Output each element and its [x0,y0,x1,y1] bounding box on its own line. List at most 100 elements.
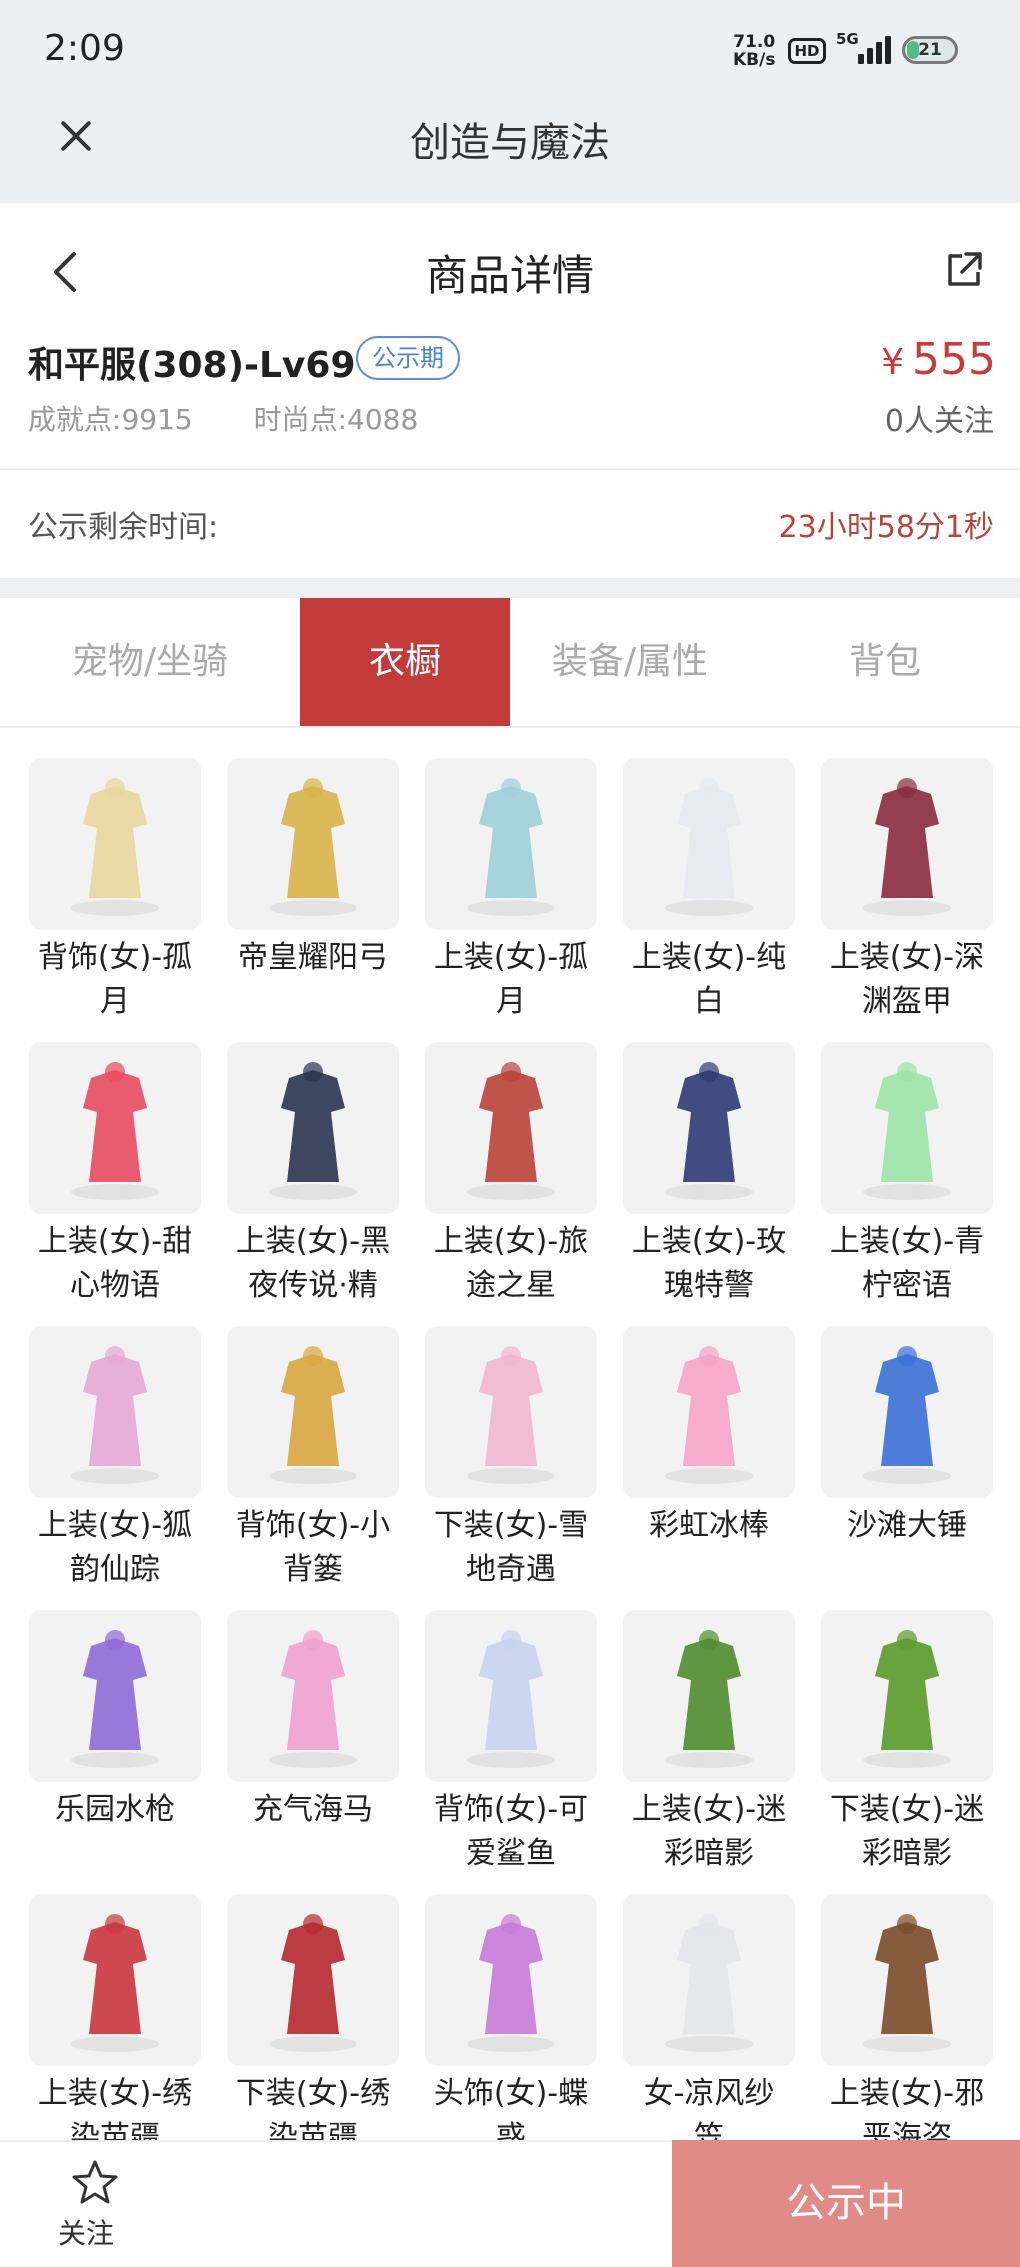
coat-icon [227,1042,399,1214]
battery-icon: 21 [902,36,958,64]
wardrobe-item[interactable]: 背饰(女)-可 爱鲨鱼 [416,1580,614,1871]
star-icon[interactable] [70,2158,120,2208]
wardrobe-item[interactable]: 乐园水枪 [20,1580,218,1866]
wardrobe-item[interactable]: 上装(女)-狐 韵仙踪 [20,1296,218,1587]
item-name-line1: 充气海马 [253,1792,373,1827]
wardrobe-item[interactable]: 上装(女)-深 渊盔甲 [812,728,1010,1019]
wardrobe-item[interactable]: 上装(女)-绣染苗疆 [20,1864,218,2140]
item-name-line2: 惑 [496,2120,526,2140]
hd-icon: HD [788,38,826,64]
item-name-line1: 背饰(女)-小 [235,1508,391,1543]
poncho-icon [29,1894,201,2066]
wardrobe-item-label: 上装(女)-深 渊盔甲 [812,936,1002,1024]
share-icon[interactable] [944,250,984,290]
wardrobe-item-label: 彩虹冰棒 [614,1504,804,1548]
wardrobe-item[interactable]: 下装(女)-迷 彩暗影 [812,1580,1010,1871]
wardrobe-item[interactable]: 头饰(女)-蝶惑 [416,1864,614,2140]
wardrobe-item[interactable]: 背饰(女)-孤月 [20,728,218,1019]
wardrobe-item[interactable]: 上装(女)-纯白 [614,728,812,1019]
water-gun-icon [29,1610,201,1782]
status-badge: 公示期 [356,336,460,380]
wardrobe-item[interactable]: 沙滩大锤 [812,1296,1010,1582]
coat-icon [821,1894,993,2066]
countdown-label: 公示剩余时间: [28,510,219,545]
item-name-line1: 女-凉风纱 [643,2076,775,2111]
wardrobe-item[interactable]: 上装(女)-玫 瑰特警 [614,1012,812,1303]
wardrobe-grid: 背饰(女)-孤月帝皇耀阳弓 上装(女)-孤月上装(女)-纯白上装(女)-深 渊盔甲上… [0,728,1020,2140]
item-name-line1: 上装(女)-旅 [433,1224,589,1259]
wardrobe-item[interactable]: 上装(女)-迷 彩暗影 [614,1580,812,1871]
basket-icon [227,1326,399,1498]
signal-icon [858,36,892,64]
wardrobe-item[interactable]: 上装(女)-青 柠密语 [812,1012,1010,1303]
wardrobe-item-label: 帝皇耀阳弓 [218,936,408,980]
app-title: 创造与魔法 [410,120,610,166]
wedding-dress-icon [623,758,795,930]
dress-icon [425,1042,597,1214]
wardrobe-item-label: 上装(女)-甜 心物语 [20,1220,210,1308]
section-divider [0,578,1020,598]
veil-hat-icon [623,1894,795,2066]
wardrobe-item-label: 背饰(女)-孤月 [20,936,210,1024]
item-name-line1: 下装(女)-迷 [829,1792,985,1827]
wardrobe-item-label: 下装(女)-迷 彩暗影 [812,1788,1002,1876]
dress-icon [821,1042,993,1214]
wardrobe-item[interactable]: 女-凉风纱笠 [614,1864,812,2140]
wardrobe-item-label: 乐园水枪 [20,1788,210,1832]
item-name-line1: 上装(女)-绣 [37,2076,193,2111]
wardrobe-item-label: 上装(女)-绣染苗疆 [20,2072,210,2140]
skirt-icon [227,1894,399,2066]
wardrobe-item-label: 上装(女)-青 柠密语 [812,1220,1002,1308]
tab-backpack[interactable]: 背包 [750,598,1020,726]
ribbon-icon [29,758,201,930]
wardrobe-item[interactable]: 上装(女)-旅 途之星 [416,1012,614,1303]
price-value: 555 [912,334,996,385]
dress-icon [425,758,597,930]
item-name-line1: 上装(女)-玫 [631,1224,787,1259]
wardrobe-item[interactable]: 上装(女)-孤月 [416,728,614,1019]
bow-icon [227,758,399,930]
wardrobe-item-label: 充气海马 [218,1788,408,1832]
item-name-line2: 染苗疆 [70,2120,160,2140]
battery-level: 21 [918,40,942,60]
armor-icon [821,758,993,930]
price-symbol: ¥ [881,342,905,383]
wardrobe-item[interactable]: 充气海马 [218,1580,416,1866]
wardrobe-item[interactable]: 下装(女)-雪 地奇遇 [416,1296,614,1587]
item-name-line1: 下装(女)-雪 [433,1508,589,1543]
wardrobe-item[interactable]: 下装(女)-绣 染苗疆 [218,1864,416,2140]
item-name-line1: 上装(女)-邪 [829,2076,985,2111]
wardrobe-item[interactable]: 上装(女)-黑 夜传说·精 [218,1012,416,1303]
wardrobe-item[interactable]: 背饰(女)-小 背篓 [218,1296,416,1587]
wardrobe-item-label: 上装(女)-迷 彩暗影 [614,1788,804,1876]
publicity-button[interactable]: 公示中 [672,2140,1020,2267]
wardrobe-item-label: 下装(女)-绣 染苗疆 [218,2072,408,2140]
shark-icon [425,1610,597,1782]
follow-button[interactable]: 关注 [58,2212,114,2252]
item-name-line1: 上装(女)-甜 [37,1224,193,1259]
tab-pets-mounts[interactable]: 宠物/坐骑 [0,598,300,726]
follow-count: 0人关注 [884,404,994,439]
product-stats: 成就点:9915 时尚点:4088 [28,398,470,438]
wardrobe-item[interactable]: 上装(女)-邪 恶海盗 [812,1864,1010,2140]
wardrobe-item[interactable]: 彩虹冰棒 [614,1296,812,1582]
wardrobe-item[interactable]: 上装(女)-甜 心物语 [20,1012,218,1303]
status-time: 2:09 [44,28,125,69]
page-title: 商品详情 [425,251,594,300]
wardrobe-item-label: 女-凉风纱笠 [614,2072,804,2140]
divider [0,468,1020,470]
item-name-line1: 彩虹冰棒 [649,1508,769,1543]
item-name-line1: 帝皇耀阳弓 [238,940,388,975]
wardrobe-item-label: 上装(女)-旅 途之星 [416,1220,606,1308]
wardrobe-item[interactable]: 帝皇耀阳弓 [218,728,416,1014]
popsicle-icon [623,1326,795,1498]
tab-wardrobe[interactable]: 衣橱 [300,598,510,726]
tab-equipment-attributes[interactable]: 装备/属性 [510,598,750,726]
wardrobe-item-label: 上装(女)-狐 韵仙踪 [20,1504,210,1592]
wardrobe-item-label: 上装(女)-邪 恶海盗 [812,2072,1002,2140]
dress-icon [29,1326,201,1498]
status-bar: 2:09 71.0 KB/s HD 5G 21 [0,0,1020,100]
item-name-line1: 上装(女)-孤 [433,940,589,975]
wardrobe-item-label: 背饰(女)-可 爱鲨鱼 [416,1788,606,1876]
wardrobe-item-label: 上装(女)-纯白 [614,936,804,1024]
